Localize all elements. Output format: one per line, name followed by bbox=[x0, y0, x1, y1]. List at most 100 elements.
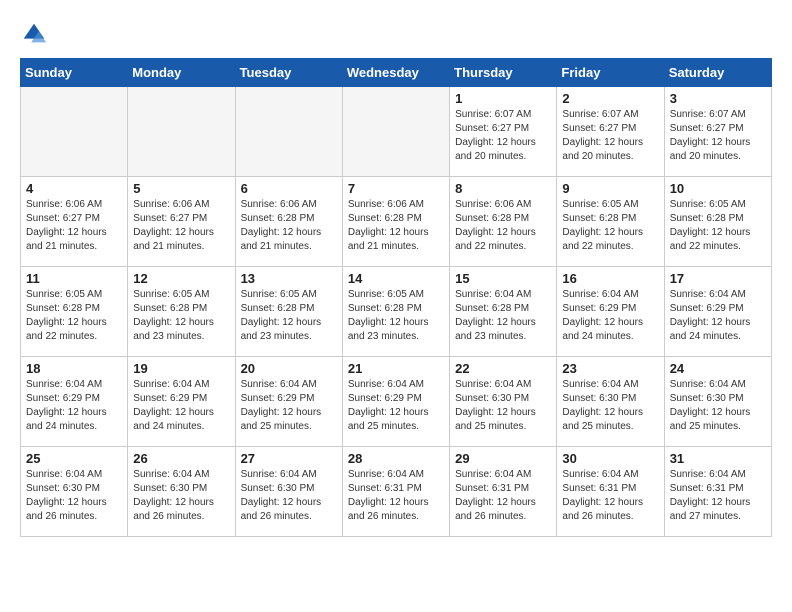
calendar-week-row: 25 Sunrise: 6:04 AMSunset: 6:30 PMDayligh… bbox=[21, 447, 772, 537]
calendar-day-cell: 26 Sunrise: 6:04 AMSunset: 6:30 PMDayligh… bbox=[128, 447, 235, 537]
day-info: Sunrise: 6:05 AMSunset: 6:28 PMDaylight:… bbox=[133, 288, 229, 344]
day-number: 15 bbox=[455, 271, 551, 286]
day-number: 9 bbox=[562, 181, 658, 196]
day-info: Sunrise: 6:04 AMSunset: 6:29 PMDaylight:… bbox=[133, 378, 229, 434]
calendar-day-cell: 30 Sunrise: 6:04 AMSunset: 6:31 PMDayligh… bbox=[557, 447, 664, 537]
day-info: Sunrise: 6:04 AMSunset: 6:30 PMDaylight:… bbox=[133, 468, 229, 524]
day-number: 27 bbox=[241, 451, 337, 466]
day-info: Sunrise: 6:04 AMSunset: 6:29 PMDaylight:… bbox=[348, 378, 444, 434]
calendar-day-cell: 13 Sunrise: 6:05 AMSunset: 6:28 PMDayligh… bbox=[235, 267, 342, 357]
day-number: 20 bbox=[241, 361, 337, 376]
calendar-day-cell: 20 Sunrise: 6:04 AMSunset: 6:29 PMDayligh… bbox=[235, 357, 342, 447]
day-info: Sunrise: 6:04 AMSunset: 6:31 PMDaylight:… bbox=[562, 468, 658, 524]
day-number: 26 bbox=[133, 451, 229, 466]
day-number: 25 bbox=[26, 451, 122, 466]
calendar-day-cell: 2 Sunrise: 6:07 AMSunset: 6:27 PMDaylight… bbox=[557, 87, 664, 177]
day-info: Sunrise: 6:06 AMSunset: 6:27 PMDaylight:… bbox=[26, 198, 122, 254]
calendar-day-cell bbox=[235, 87, 342, 177]
calendar-day-cell: 3 Sunrise: 6:07 AMSunset: 6:27 PMDaylight… bbox=[664, 87, 771, 177]
page-header bbox=[20, 20, 772, 48]
calendar-day-cell bbox=[128, 87, 235, 177]
calendar-day-cell: 28 Sunrise: 6:04 AMSunset: 6:31 PMDayligh… bbox=[342, 447, 449, 537]
calendar-day-cell bbox=[21, 87, 128, 177]
day-info: Sunrise: 6:05 AMSunset: 6:28 PMDaylight:… bbox=[348, 288, 444, 344]
day-number: 31 bbox=[670, 451, 766, 466]
day-number: 17 bbox=[670, 271, 766, 286]
day-info: Sunrise: 6:05 AMSunset: 6:28 PMDaylight:… bbox=[241, 288, 337, 344]
day-number: 8 bbox=[455, 181, 551, 196]
day-number: 29 bbox=[455, 451, 551, 466]
calendar-day-cell: 18 Sunrise: 6:04 AMSunset: 6:29 PMDayligh… bbox=[21, 357, 128, 447]
day-number: 12 bbox=[133, 271, 229, 286]
calendar-day-cell: 16 Sunrise: 6:04 AMSunset: 6:29 PMDayligh… bbox=[557, 267, 664, 357]
day-number: 18 bbox=[26, 361, 122, 376]
calendar-table: SundayMondayTuesdayWednesdayThursdayFrid… bbox=[20, 58, 772, 537]
day-number: 6 bbox=[241, 181, 337, 196]
day-number: 7 bbox=[348, 181, 444, 196]
calendar-day-cell: 17 Sunrise: 6:04 AMSunset: 6:29 PMDayligh… bbox=[664, 267, 771, 357]
day-number: 28 bbox=[348, 451, 444, 466]
day-info: Sunrise: 6:04 AMSunset: 6:29 PMDaylight:… bbox=[562, 288, 658, 344]
day-info: Sunrise: 6:07 AMSunset: 6:27 PMDaylight:… bbox=[562, 108, 658, 164]
day-info: Sunrise: 6:04 AMSunset: 6:30 PMDaylight:… bbox=[26, 468, 122, 524]
weekday-header-cell: Wednesday bbox=[342, 59, 449, 87]
calendar-day-cell: 6 Sunrise: 6:06 AMSunset: 6:28 PMDaylight… bbox=[235, 177, 342, 267]
calendar-day-cell: 21Sunrise: 6:04 AMSunset: 6:29 PMDayligh… bbox=[342, 357, 449, 447]
calendar-day-cell: 29 Sunrise: 6:04 AMSunset: 6:31 PMDayligh… bbox=[450, 447, 557, 537]
calendar-body: 1 Sunrise: 6:07 AMSunset: 6:27 PMDaylight… bbox=[21, 87, 772, 537]
calendar-day-cell: 15 Sunrise: 6:04 AMSunset: 6:28 PMDayligh… bbox=[450, 267, 557, 357]
calendar-day-cell: 11 Sunrise: 6:05 AMSunset: 6:28 PMDayligh… bbox=[21, 267, 128, 357]
day-info: Sunrise: 6:04 AMSunset: 6:31 PMDaylight:… bbox=[455, 468, 551, 524]
weekday-header-cell: Sunday bbox=[21, 59, 128, 87]
day-info: Sunrise: 6:04 AMSunset: 6:29 PMDaylight:… bbox=[26, 378, 122, 434]
day-info: Sunrise: 6:05 AMSunset: 6:28 PMDaylight:… bbox=[670, 198, 766, 254]
calendar-day-cell: 1 Sunrise: 6:07 AMSunset: 6:27 PMDaylight… bbox=[450, 87, 557, 177]
calendar-day-cell bbox=[342, 87, 449, 177]
day-number: 2 bbox=[562, 91, 658, 106]
day-number: 30 bbox=[562, 451, 658, 466]
calendar-day-cell: 9Sunrise: 6:05 AMSunset: 6:28 PMDaylight… bbox=[557, 177, 664, 267]
day-number: 3 bbox=[670, 91, 766, 106]
weekday-header-cell: Monday bbox=[128, 59, 235, 87]
day-info: Sunrise: 6:04 AMSunset: 6:29 PMDaylight:… bbox=[241, 378, 337, 434]
day-info: Sunrise: 6:04 AMSunset: 6:30 PMDaylight:… bbox=[455, 378, 551, 434]
calendar-day-cell: 23 Sunrise: 6:04 AMSunset: 6:30 PMDayligh… bbox=[557, 357, 664, 447]
calendar-day-cell: 14Sunrise: 6:05 AMSunset: 6:28 PMDayligh… bbox=[342, 267, 449, 357]
weekday-header-cell: Saturday bbox=[664, 59, 771, 87]
calendar-day-cell: 10 Sunrise: 6:05 AMSunset: 6:28 PMDayligh… bbox=[664, 177, 771, 267]
day-info: Sunrise: 6:04 AMSunset: 6:30 PMDaylight:… bbox=[670, 378, 766, 434]
calendar-day-cell: 24 Sunrise: 6:04 AMSunset: 6:30 PMDayligh… bbox=[664, 357, 771, 447]
day-number: 5 bbox=[133, 181, 229, 196]
day-number: 23 bbox=[562, 361, 658, 376]
weekday-header-cell: Tuesday bbox=[235, 59, 342, 87]
calendar-week-row: 18 Sunrise: 6:04 AMSunset: 6:29 PMDayligh… bbox=[21, 357, 772, 447]
calendar-day-cell: 5Sunrise: 6:06 AMSunset: 6:27 PMDaylight… bbox=[128, 177, 235, 267]
calendar-day-cell: 25 Sunrise: 6:04 AMSunset: 6:30 PMDayligh… bbox=[21, 447, 128, 537]
day-info: Sunrise: 6:04 AMSunset: 6:31 PMDaylight:… bbox=[348, 468, 444, 524]
calendar-day-cell: 27 Sunrise: 6:04 AMSunset: 6:30 PMDayligh… bbox=[235, 447, 342, 537]
day-number: 4 bbox=[26, 181, 122, 196]
day-info: Sunrise: 6:04 AMSunset: 6:30 PMDaylight:… bbox=[562, 378, 658, 434]
day-info: Sunrise: 6:05 AMSunset: 6:28 PMDaylight:… bbox=[26, 288, 122, 344]
calendar-week-row: 4 Sunrise: 6:06 AMSunset: 6:27 PMDaylight… bbox=[21, 177, 772, 267]
day-number: 11 bbox=[26, 271, 122, 286]
weekday-header-cell: Thursday bbox=[450, 59, 557, 87]
day-number: 1 bbox=[455, 91, 551, 106]
day-info: Sunrise: 6:04 AMSunset: 6:30 PMDaylight:… bbox=[241, 468, 337, 524]
day-number: 13 bbox=[241, 271, 337, 286]
day-number: 16 bbox=[562, 271, 658, 286]
calendar-day-cell: 22Sunrise: 6:04 AMSunset: 6:30 PMDayligh… bbox=[450, 357, 557, 447]
day-info: Sunrise: 6:04 AMSunset: 6:29 PMDaylight:… bbox=[670, 288, 766, 344]
calendar-day-cell: 31Sunrise: 6:04 AMSunset: 6:31 PMDayligh… bbox=[664, 447, 771, 537]
calendar-day-cell: 7Sunrise: 6:06 AMSunset: 6:28 PMDaylight… bbox=[342, 177, 449, 267]
calendar-day-cell: 8Sunrise: 6:06 AMSunset: 6:28 PMDaylight… bbox=[450, 177, 557, 267]
day-number: 24 bbox=[670, 361, 766, 376]
day-number: 10 bbox=[670, 181, 766, 196]
logo-icon bbox=[20, 20, 48, 48]
day-info: Sunrise: 6:07 AMSunset: 6:27 PMDaylight:… bbox=[670, 108, 766, 164]
weekday-header-row: SundayMondayTuesdayWednesdayThursdayFrid… bbox=[21, 59, 772, 87]
day-info: Sunrise: 6:07 AMSunset: 6:27 PMDaylight:… bbox=[455, 108, 551, 164]
calendar-day-cell: 19Sunrise: 6:04 AMSunset: 6:29 PMDayligh… bbox=[128, 357, 235, 447]
day-info: Sunrise: 6:06 AMSunset: 6:28 PMDaylight:… bbox=[241, 198, 337, 254]
day-info: Sunrise: 6:04 AMSunset: 6:28 PMDaylight:… bbox=[455, 288, 551, 344]
